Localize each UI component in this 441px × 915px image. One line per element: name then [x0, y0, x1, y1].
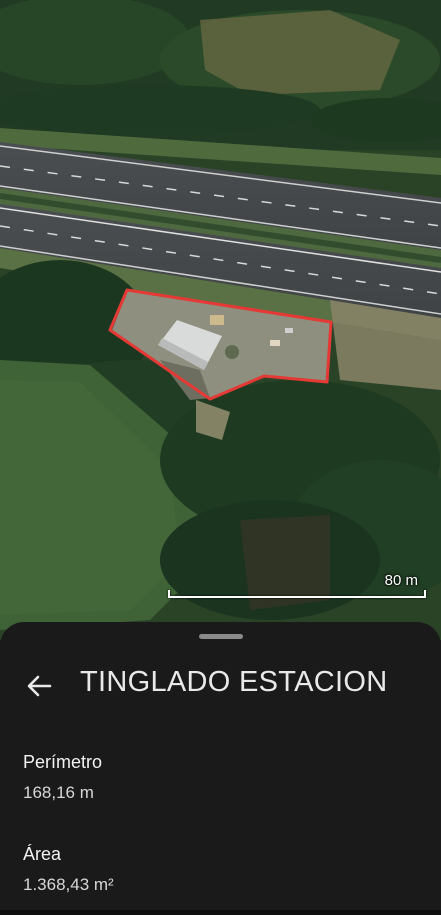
perimeter-value: 168,16 m — [23, 783, 94, 802]
satellite-map[interactable]: 80 m — [0, 0, 441, 640]
bottom-edge — [0, 910, 441, 915]
sheet-drag-handle[interactable] — [198, 634, 243, 639]
bottom-sheet[interactable]: TINGLADO ESTACION Perímetro 168,16 m Áre… — [0, 622, 441, 915]
scale-label: 80 m — [384, 572, 418, 589]
map-imagery — [0, 0, 441, 640]
arrow-left-icon[interactable] — [20, 666, 60, 706]
area-label: Área — [23, 844, 62, 864]
scale-bar — [168, 590, 426, 598]
map-scale: 80 m — [168, 572, 426, 600]
place-title: TINGLADO ESTACION — [80, 666, 388, 698]
area-value: 1.368,43 m² — [23, 875, 114, 894]
perimeter-label: Perímetro — [23, 752, 103, 772]
